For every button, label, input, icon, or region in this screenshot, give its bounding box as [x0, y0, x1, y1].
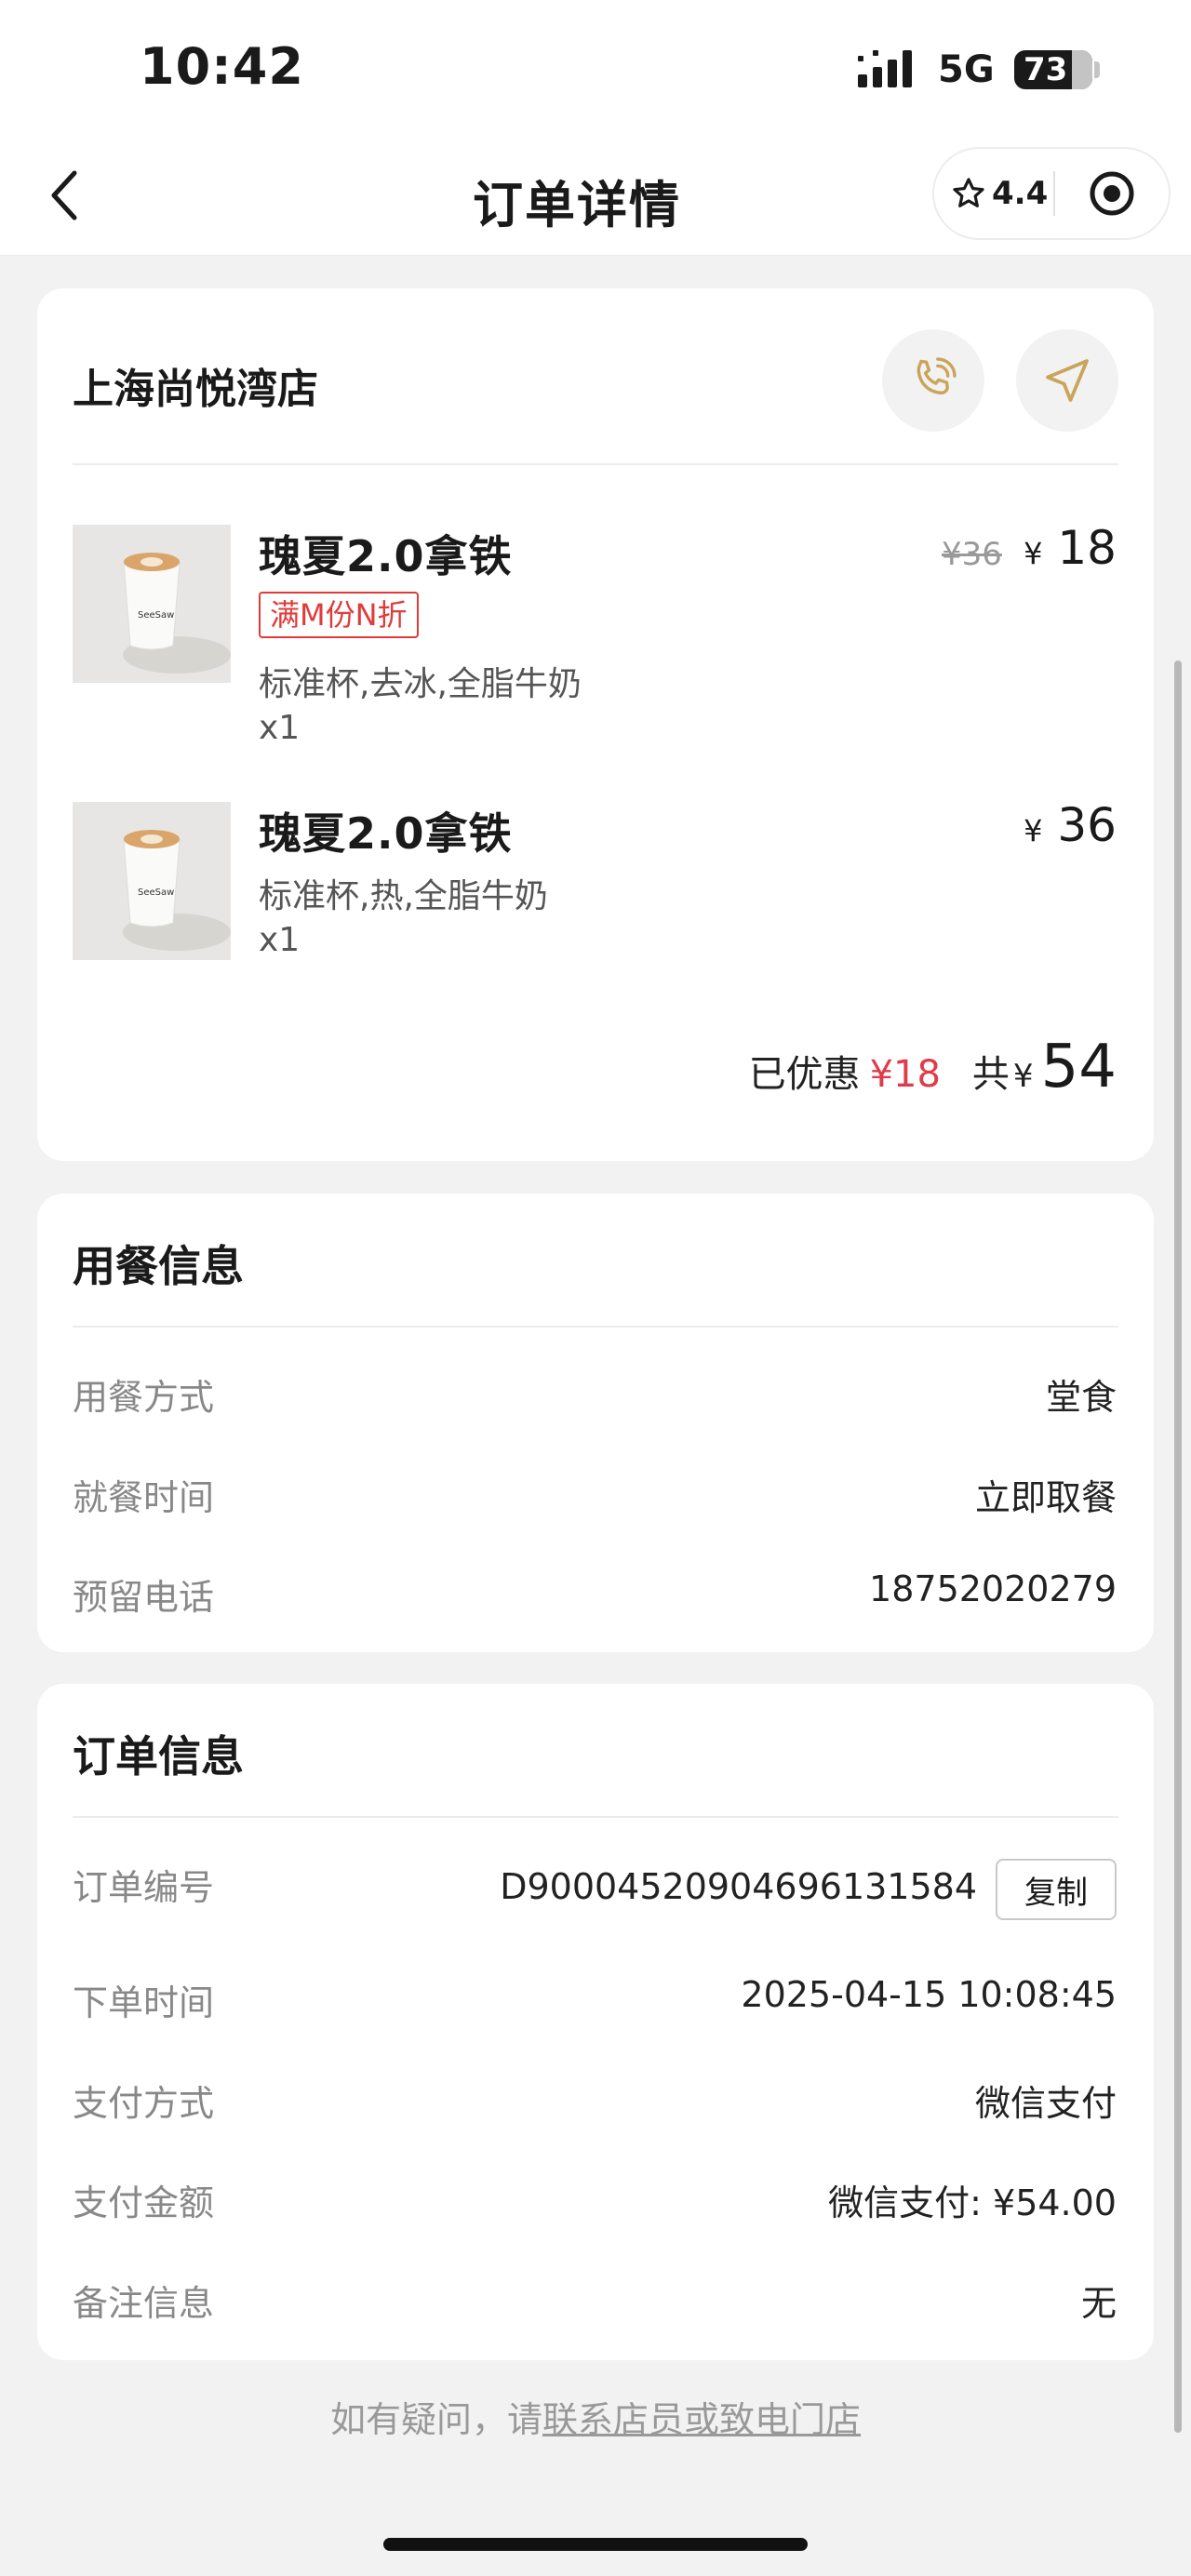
divider [73, 1326, 1118, 1328]
dining-info-card: 用餐信息 用餐方式 堂食 就餐时间 立即取餐 预留电话 18752020279 [37, 1194, 1154, 1652]
product-qty: x1 [259, 921, 301, 959]
battery-level: 73 [1024, 51, 1068, 88]
phone-icon [917, 357, 957, 394]
navigate-button[interactable] [1016, 329, 1118, 432]
store-name: 上海尚悦湾店 [73, 366, 318, 413]
battery-icon: 73 [1014, 50, 1092, 89]
promo-tag: 满M份N折 [259, 592, 419, 638]
navigation-arrow-icon [1046, 359, 1089, 402]
svg-text:SeeSaw: SeeSaw [138, 888, 174, 898]
section-title: 订单信息 [73, 1731, 244, 1782]
miniapp-capsule: 4.4 [932, 147, 1171, 240]
product-image: SeeSaw [73, 802, 231, 960]
phone-value: 18752020279 [869, 1568, 1117, 1609]
original-price: ¥36 [942, 536, 1002, 573]
item-price: ¥ 18 [1024, 521, 1117, 575]
remark-label: 备注信息 [73, 2283, 215, 2324]
rating-value: 4.4 [992, 175, 1049, 212]
remark-value: 无 [1080, 2283, 1117, 2324]
divider [73, 463, 1118, 465]
total-amount: 54 [1040, 1033, 1117, 1101]
order-items-card: 上海尚悦湾店 SeeSaw 瑰夏2.0拿铁 满M份N折 标准杯,去冰,全脂牛奶 … [37, 288, 1154, 1161]
home-indicator[interactable] [383, 2538, 808, 2551]
contact-store-link[interactable]: 联系店员或致电门店 [542, 2399, 861, 2440]
pay-method-label: 支付方式 [73, 2083, 215, 2124]
section-title: 用餐信息 [73, 1241, 244, 1291]
nav-bar: 订单详情 4.4 [0, 140, 1191, 256]
order-time-label: 下单时间 [73, 1982, 215, 2023]
order-info-card: 订单信息 订单编号 D90004520904696131584 复制 下单时间 … [37, 1684, 1154, 2360]
svg-text:SeeSaw: SeeSaw [138, 610, 174, 621]
total-currency: ¥ [1012, 1058, 1034, 1095]
product-image: SeeSaw [73, 525, 231, 683]
discount-amount: ¥18 [869, 1053, 941, 1096]
dining-time-value: 立即取餐 [974, 1477, 1117, 1518]
help-footer: 如有疑问，请联系店员或致电门店 [0, 2391, 1191, 2442]
product-spec: 标准杯,热,全脂牛奶 [259, 877, 548, 915]
phone-label: 预留电话 [73, 1577, 215, 1618]
copy-button[interactable]: 复制 [996, 1859, 1117, 1920]
discount-label: 已优惠 [748, 1053, 861, 1096]
help-text: 如有疑问，请 [329, 2399, 542, 2440]
total-label: 共 [971, 1053, 1010, 1096]
divider [73, 1816, 1118, 1818]
signal-icon [858, 50, 912, 87]
product-spec: 标准杯,去冰,全脂牛奶 [259, 665, 582, 703]
scrollbar[interactable] [1174, 661, 1182, 2433]
star-icon [953, 178, 984, 207]
call-store-button[interactable] [882, 329, 984, 432]
order-summary: 已优惠 ¥18 共 ¥ 54 [749, 1033, 1117, 1101]
product-name: 瑰夏2.0拿铁 [259, 531, 513, 581]
product-qty: x1 [259, 709, 301, 747]
product-name: 瑰夏2.0拿铁 [259, 808, 513, 859]
order-number-value: D90004520904696131584 [500, 1866, 977, 1907]
item-price: ¥ 36 [1024, 798, 1117, 852]
pay-amount-label: 支付金额 [73, 2182, 215, 2223]
pay-amount-value: 微信支付: ¥54.00 [828, 2182, 1117, 2223]
status-time: 10:42 [140, 37, 304, 96]
close-miniapp-button[interactable] [1055, 149, 1169, 238]
dining-mode-value: 堂食 [1045, 1377, 1117, 1418]
rating-button[interactable]: 4.4 [934, 149, 1053, 238]
target-icon [1090, 171, 1134, 216]
status-bar: 10:42 5G 73 [0, 0, 1191, 140]
dining-time-label: 就餐时间 [73, 1477, 215, 1518]
order-time-value: 2025-04-15 10:08:45 [741, 1974, 1117, 2015]
order-number-label: 订单编号 [73, 1867, 215, 1908]
network-type: 5G [938, 48, 995, 91]
pay-method-value: 微信支付 [974, 2083, 1117, 2124]
dining-mode-label: 用餐方式 [73, 1377, 215, 1418]
